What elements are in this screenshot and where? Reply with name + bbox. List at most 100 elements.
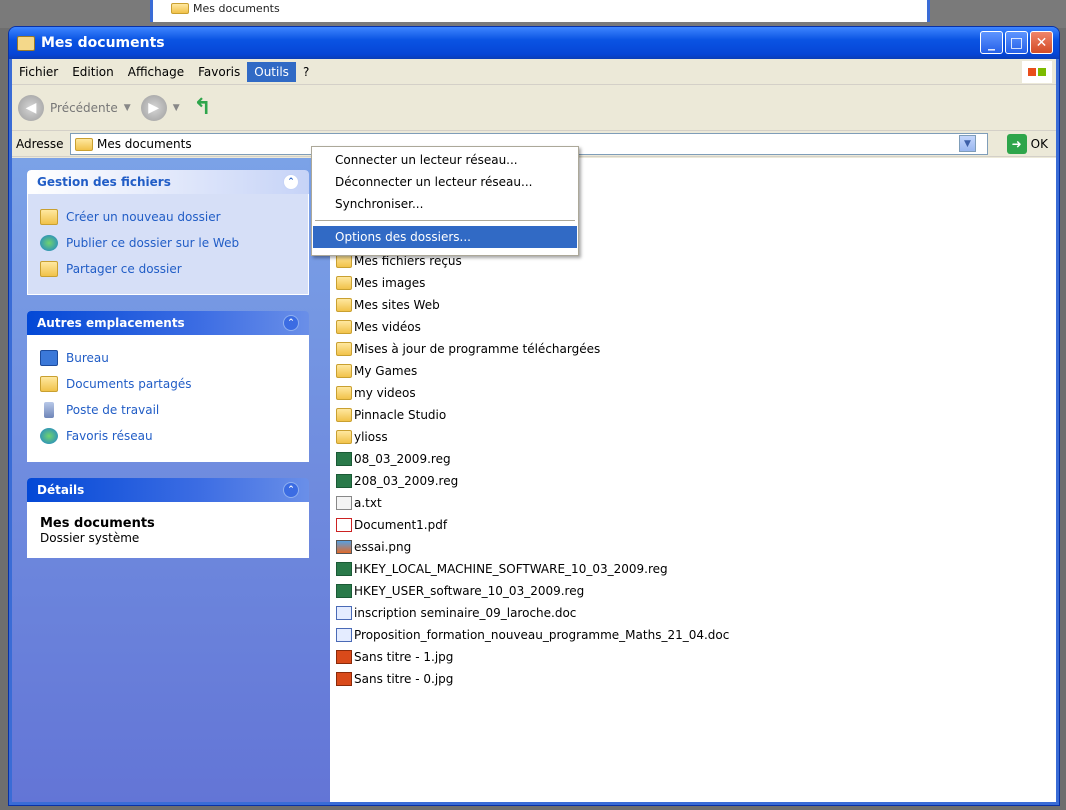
file-name: essai.png: [354, 540, 412, 554]
other-places-header[interactable]: Autres emplacements ⌃: [27, 311, 309, 335]
link-network-places[interactable]: Favoris réseau: [40, 423, 296, 449]
word-file-icon: [336, 606, 352, 620]
file-name: a.txt: [354, 496, 382, 510]
chevron-down-icon[interactable]: ▼: [124, 103, 131, 113]
list-item[interactable]: HKEY_USER_software_10_03_2009.reg: [336, 580, 1056, 602]
collapse-icon[interactable]: ⌃: [283, 482, 299, 498]
list-item[interactable]: Pinnacle Studio: [336, 404, 1056, 426]
desktop-icon: [40, 350, 58, 366]
folder-icon: [336, 430, 352, 444]
collapse-icon[interactable]: ⌃: [283, 315, 299, 331]
computer-icon: [44, 402, 54, 418]
list-item[interactable]: Sans titre - 0.jpg: [336, 668, 1056, 690]
maximize-button[interactable]: □: [1005, 31, 1028, 54]
list-item[interactable]: Proposition_formation_nouveau_programme_…: [336, 624, 1056, 646]
address-value: Mes documents: [97, 137, 192, 151]
other-places-panel: Autres emplacements ⌃ Bureau Documents p…: [27, 311, 309, 462]
folder-up-icon[interactable]: ↰: [190, 95, 216, 121]
list-item[interactable]: ylioss: [336, 426, 1056, 448]
menu-item-disconnect-network-drive[interactable]: Déconnecter un lecteur réseau...: [313, 171, 577, 193]
forward-button[interactable]: ▶ ▼: [140, 94, 180, 121]
file-name: HKEY_LOCAL_MACHINE_SOFTWARE_10_03_2009.r…: [354, 562, 668, 576]
menu-outils[interactable]: Outils: [247, 61, 296, 82]
link-shared-documents[interactable]: Documents partagés: [40, 371, 296, 397]
list-item[interactable]: 08_03_2009.reg: [336, 448, 1056, 470]
menu-edition[interactable]: Edition: [65, 62, 121, 82]
file-tasks-header[interactable]: Gestion des fichiers ⌃: [27, 170, 309, 194]
text-file-icon: [336, 496, 352, 510]
forward-arrow-icon: ▶: [140, 94, 167, 121]
list-item[interactable]: My Games: [336, 360, 1056, 382]
registry-file-icon: [336, 474, 352, 488]
list-item[interactable]: Mes sites Web: [336, 294, 1056, 316]
background-window: Mes documents: [0, 0, 1066, 28]
registry-file-icon: [336, 562, 352, 576]
file-name: Mes fichiers reçus: [354, 254, 462, 268]
window-controls: _ □ ✕: [980, 31, 1053, 54]
link-label: Partager ce dossier: [66, 262, 182, 276]
list-item[interactable]: my videos: [336, 382, 1056, 404]
title-bar[interactable]: Mes documents _ □ ✕: [9, 27, 1059, 59]
file-name: my videos: [354, 386, 416, 400]
menu-fichier[interactable]: Fichier: [12, 62, 65, 82]
folder-icon: [336, 364, 352, 378]
go-arrow-icon: ➜: [1006, 134, 1027, 154]
list-item[interactable]: HKEY_LOCAL_MACHINE_SOFTWARE_10_03_2009.r…: [336, 558, 1056, 580]
list-item[interactable]: inscription seminaire_09_laroche.doc: [336, 602, 1056, 624]
background-window-body: Mes documents: [150, 0, 930, 22]
outils-dropdown-menu: Connecter un lecteur réseau... Déconnect…: [311, 146, 579, 256]
other-places-body: Bureau Documents partagés Poste de trava…: [27, 335, 309, 462]
chevron-down-icon[interactable]: ▼: [173, 103, 180, 113]
menu-item-synchronize[interactable]: Synchroniser...: [313, 193, 577, 215]
folder-icon: [171, 3, 189, 14]
link-desktop[interactable]: Bureau: [40, 345, 296, 371]
go-label: OK: [1030, 137, 1048, 151]
file-name: Mes vidéos: [354, 320, 421, 334]
link-publish-web[interactable]: Publier ce dossier sur le Web: [40, 230, 296, 256]
task-pane: Gestion des fichiers ⌃ Créer un nouveau …: [12, 158, 330, 802]
window-title: Mes documents: [41, 35, 165, 51]
list-item[interactable]: Mes vidéos: [336, 316, 1056, 338]
list-item[interactable]: Mises à jour de programme téléchargées: [336, 338, 1056, 360]
list-item[interactable]: Sans titre - 1.jpg: [336, 646, 1056, 668]
list-item[interactable]: Document1.pdf: [336, 514, 1056, 536]
link-share-folder[interactable]: Partager ce dossier: [40, 256, 296, 282]
video-folder-icon: [336, 320, 352, 334]
menu-favoris[interactable]: Favoris: [191, 62, 247, 82]
close-button[interactable]: ✕: [1030, 31, 1053, 54]
menu-help[interactable]: ?: [296, 62, 316, 82]
menu-item-folder-options[interactable]: Options des dossiers...: [313, 226, 577, 248]
network-icon: [40, 428, 58, 444]
menu-affichage[interactable]: Affichage: [121, 62, 191, 82]
list-item[interactable]: Mes images: [336, 272, 1056, 294]
go-button[interactable]: ➜ OK: [1006, 134, 1048, 154]
details-header[interactable]: Détails ⌃: [27, 478, 309, 502]
link-label: Publier ce dossier sur le Web: [66, 236, 240, 250]
file-name: Sans titre - 0.jpg: [354, 672, 454, 686]
minimize-button[interactable]: _: [980, 31, 1003, 54]
collapse-icon[interactable]: ⌃: [283, 174, 299, 190]
file-name: HKEY_USER_software_10_03_2009.reg: [354, 584, 585, 598]
back-button[interactable]: ◀ Précédente ▼: [18, 94, 131, 121]
link-label: Créer un nouveau dossier: [66, 210, 221, 224]
address-dropdown-icon[interactable]: ▼: [959, 135, 976, 152]
jpg-file-icon: [336, 650, 352, 664]
link-new-folder[interactable]: Créer un nouveau dossier: [40, 204, 296, 230]
share-folder-icon: [40, 261, 58, 277]
file-name: My Games: [354, 364, 418, 378]
folder-icon: [40, 376, 58, 392]
details-name: Mes documents: [40, 516, 155, 531]
explorer-window: Mes documents _ □ ✕ Fichier Edition Affi…: [8, 26, 1060, 806]
file-name: Pinnacle Studio: [354, 408, 447, 422]
list-item[interactable]: 208_03_2009.reg: [336, 470, 1056, 492]
list-item[interactable]: essai.png: [336, 536, 1056, 558]
list-item[interactable]: a.txt: [336, 492, 1056, 514]
menu-item-map-network-drive[interactable]: Connecter un lecteur réseau...: [313, 149, 577, 171]
file-name: Proposition_formation_nouveau_programme_…: [354, 628, 730, 642]
folder-icon: [75, 137, 93, 151]
pictures-folder-icon: [336, 276, 352, 290]
background-window-title-text: Mes documents: [193, 2, 280, 15]
folder-icon: [336, 254, 352, 268]
address-label: Adresse: [16, 136, 64, 151]
link-my-computer[interactable]: Poste de travail: [40, 397, 296, 423]
